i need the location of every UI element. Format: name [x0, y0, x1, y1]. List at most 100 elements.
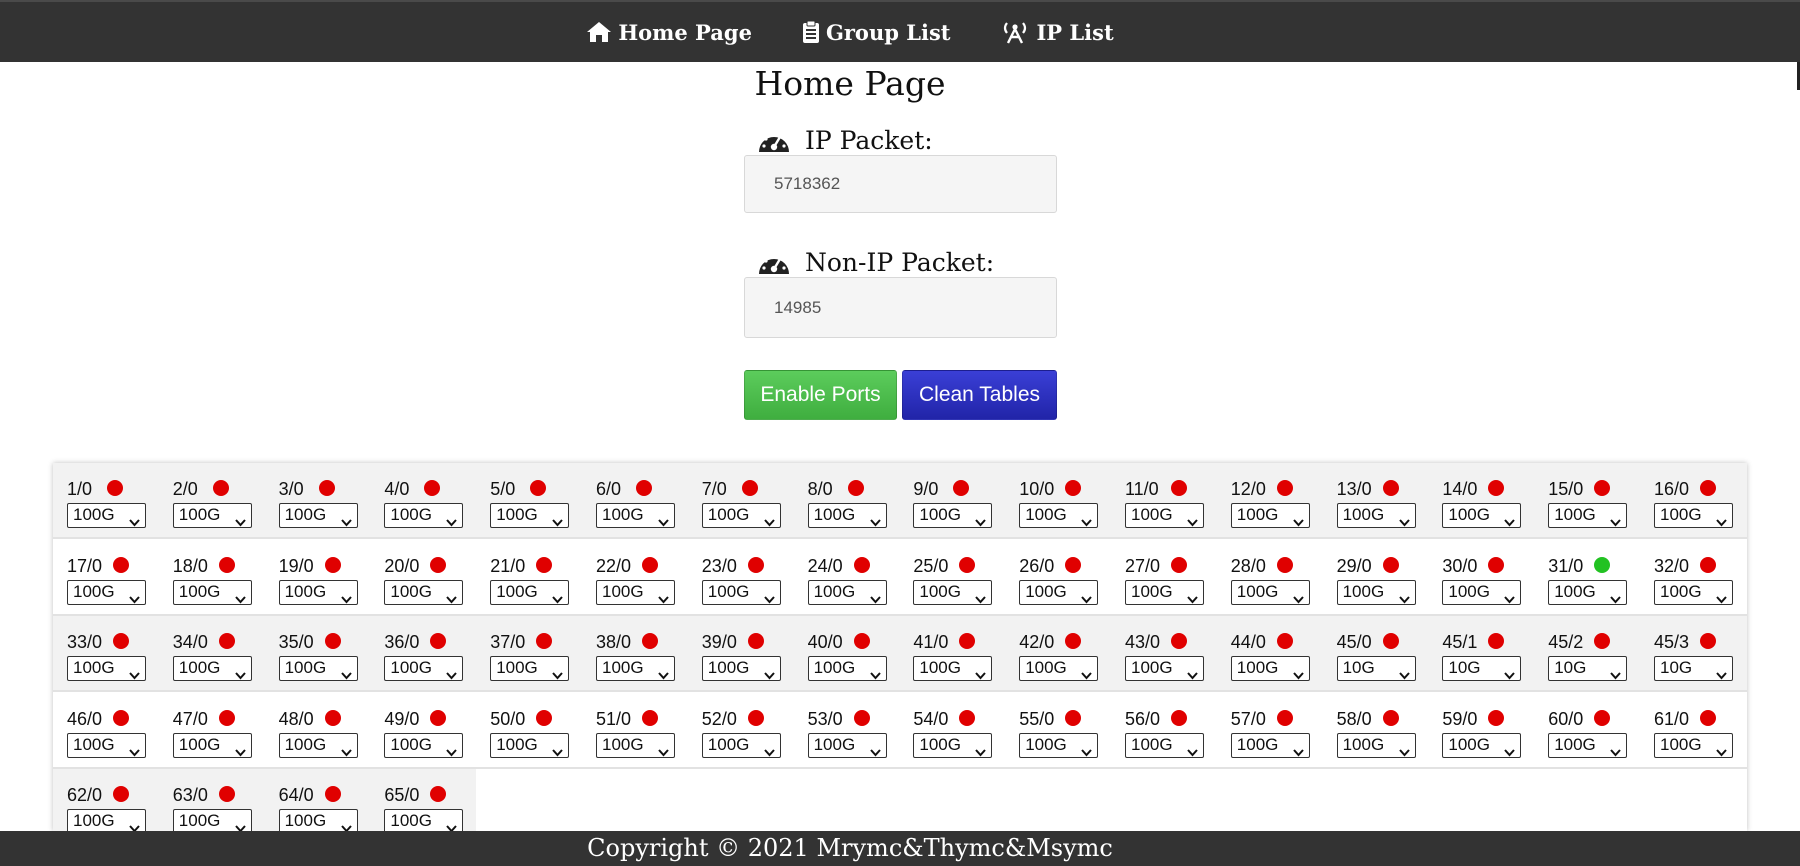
port-speed-select[interactable]: 100G — [490, 580, 570, 605]
port-speed-select[interactable]: 100G — [1125, 580, 1204, 605]
clean-tables-button[interactable]: Clean Tables — [902, 370, 1057, 420]
port-cell: 45/1 10G — [1428, 626, 1528, 686]
port-speed-select[interactable]: 100G — [1230, 580, 1310, 605]
port-speed-select[interactable]: 100G — [67, 503, 146, 528]
port-status-indicator — [642, 633, 658, 649]
port-speed-select[interactable]: 100G — [278, 580, 358, 605]
port-label: 1/0 — [67, 479, 93, 499]
port-speed-select[interactable]: 100G — [1125, 503, 1204, 528]
port-speed-select[interactable]: 100G — [1125, 656, 1204, 681]
port-speed-select[interactable]: 100G — [1336, 503, 1416, 528]
port-speed-select[interactable]: 100G — [596, 503, 675, 528]
port-speed-select[interactable]: 100G — [596, 580, 675, 605]
port-speed-value: 100G — [1236, 658, 1279, 677]
port-speed-select[interactable]: 100G — [172, 580, 252, 605]
chevron-down-icon — [1398, 511, 1410, 533]
port-speed-select[interactable]: 100G — [172, 809, 252, 831]
port-speed-select[interactable]: 100G — [807, 503, 887, 528]
port-speed-select[interactable]: 100G — [1230, 733, 1310, 758]
port-speed-select[interactable]: 100G — [1230, 503, 1310, 528]
port-speed-select[interactable]: 100G — [67, 580, 146, 605]
port-cell: 4/0 100G — [370, 473, 470, 533]
port-speed-select[interactable]: 100G — [913, 503, 993, 528]
port-speed-select[interactable]: 100G — [1548, 733, 1628, 758]
port-speed-select[interactable]: 100G — [1548, 580, 1628, 605]
port-label: 22/0 — [596, 556, 632, 576]
port-speed-select[interactable]: 100G — [1654, 503, 1733, 528]
port-speed-select[interactable]: 100G — [1019, 733, 1099, 758]
port-label: 28/0 — [1230, 556, 1266, 576]
port-speed-select[interactable]: 100G — [384, 503, 464, 528]
port-speed-select[interactable]: 100G — [384, 580, 464, 605]
nav-group-list[interactable]: Group List — [802, 20, 950, 45]
port-speed-select[interactable]: 100G — [278, 656, 358, 681]
port-speed-select[interactable]: 100G — [1548, 503, 1628, 528]
port-speed-select[interactable]: 10G — [1548, 656, 1628, 681]
port-cell: 58/0 100G — [1323, 703, 1423, 763]
port-label: 47/0 — [172, 709, 208, 729]
port-speed-select[interactable]: 100G — [1019, 503, 1099, 528]
port-speed-select[interactable]: 100G — [278, 733, 358, 758]
port-status-indicator — [536, 557, 553, 573]
chevron-down-icon — [446, 817, 458, 831]
port-speed-select[interactable]: 100G — [67, 809, 146, 831]
port-label: 37/0 — [490, 632, 526, 652]
port-speed-select[interactable]: 100G — [1442, 503, 1522, 528]
chevron-down-icon — [1716, 511, 1727, 533]
port-speed-select[interactable]: 100G — [913, 580, 993, 605]
port-speed-select[interactable]: 100G — [384, 733, 464, 758]
port-speed-select[interactable]: 100G — [701, 656, 781, 681]
port-speed-select[interactable]: 100G — [807, 733, 887, 758]
port-label: 45/3 — [1654, 632, 1690, 652]
port-speed-select[interactable]: 100G — [384, 656, 464, 681]
port-speed-select[interactable]: 100G — [172, 733, 252, 758]
port-speed-select[interactable]: 100G — [278, 809, 358, 831]
port-speed-select[interactable]: 100G — [807, 656, 887, 681]
port-speed-select[interactable]: 10G — [1654, 656, 1733, 681]
chevron-down-icon — [1398, 588, 1410, 610]
port-speed-select[interactable]: 100G — [913, 733, 993, 758]
enable-ports-button[interactable]: Enable Ports — [744, 370, 897, 420]
port-speed-select[interactable]: 10G — [1336, 656, 1416, 681]
port-label: 4/0 — [384, 479, 410, 499]
nav-ip-list[interactable]: IP List — [1000, 20, 1114, 45]
ip-packet-label-text: IP Packet: — [805, 126, 933, 155]
port-speed-value: 100G — [390, 735, 432, 754]
port-status-indicator — [1065, 480, 1082, 496]
port-speed-select[interactable]: 100G — [701, 733, 781, 758]
port-speed-select[interactable]: 100G — [1019, 580, 1099, 605]
port-speed-select[interactable]: 100G — [596, 733, 675, 758]
nav-home[interactable]: Home Page — [586, 20, 752, 45]
port-speed-select[interactable]: 100G — [596, 656, 675, 681]
port-speed-select[interactable]: 100G — [172, 656, 252, 681]
port-speed-select[interactable]: 100G — [1230, 656, 1310, 681]
port-speed-select[interactable]: 100G — [490, 656, 570, 681]
port-speed-select[interactable]: 10G — [1442, 656, 1522, 681]
port-speed-select[interactable]: 100G — [384, 809, 464, 831]
port-cell: 21/0 100G — [476, 550, 576, 610]
port-status-indicator — [536, 633, 553, 649]
port-speed-select[interactable]: 100G — [701, 503, 781, 528]
port-speed-select[interactable]: 100G — [1654, 580, 1733, 605]
port-speed-select[interactable]: 100G — [1442, 580, 1522, 605]
port-speed-select[interactable]: 100G — [278, 503, 358, 528]
chevron-down-icon — [1716, 588, 1727, 610]
port-speed-select[interactable]: 100G — [807, 580, 887, 605]
port-speed-select[interactable]: 100G — [172, 503, 252, 528]
port-speed-select[interactable]: 100G — [1336, 733, 1416, 758]
port-speed-select[interactable]: 100G — [913, 656, 993, 681]
port-status-indicator — [1382, 633, 1399, 649]
port-speed-select[interactable]: 100G — [490, 503, 570, 528]
port-status-indicator — [430, 710, 447, 726]
port-speed-value: 100G — [602, 582, 644, 601]
port-speed-select[interactable]: 100G — [1654, 733, 1733, 758]
port-speed-select[interactable]: 100G — [1125, 733, 1204, 758]
port-speed-select[interactable]: 100G — [490, 733, 570, 758]
port-label: 49/0 — [384, 709, 420, 729]
port-speed-select[interactable]: 100G — [1019, 656, 1099, 681]
port-speed-select[interactable]: 100G — [701, 580, 781, 605]
port-speed-select[interactable]: 100G — [1336, 580, 1416, 605]
port-speed-select[interactable]: 100G — [1442, 733, 1522, 758]
port-speed-select[interactable]: 100G — [67, 733, 146, 758]
port-speed-select[interactable]: 100G — [67, 656, 146, 681]
